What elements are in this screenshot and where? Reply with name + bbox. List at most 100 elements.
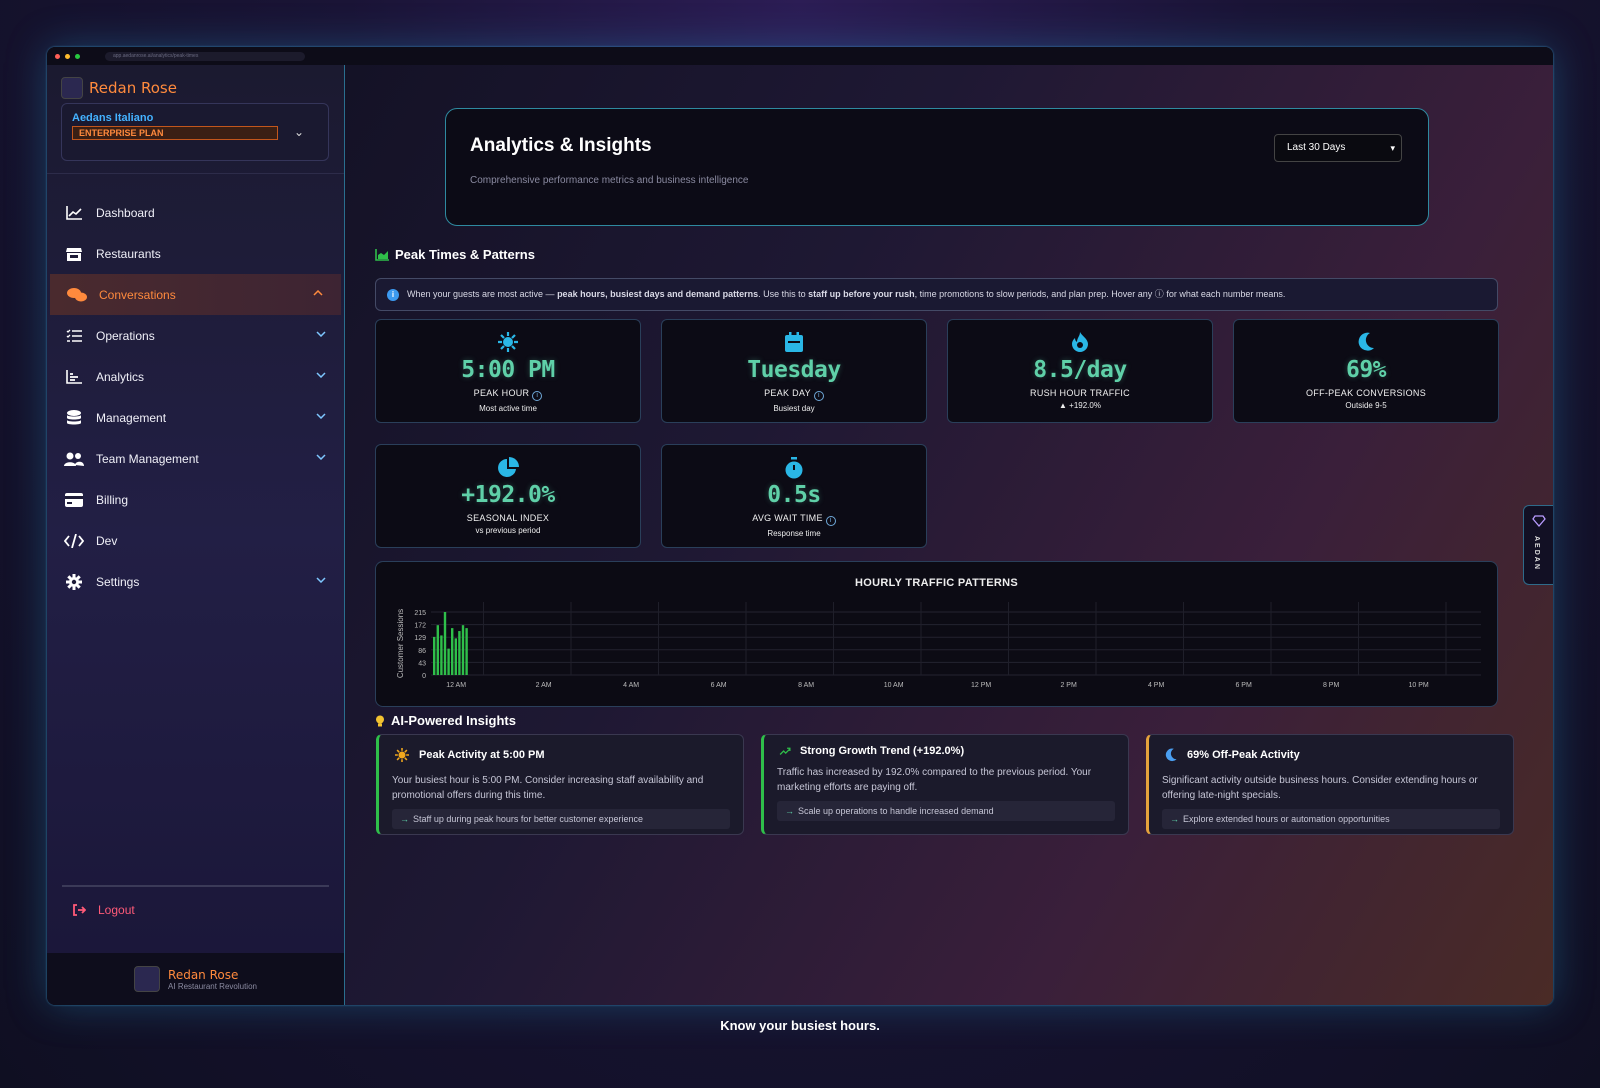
insight-title: 69% Off-Peak Activity [1187,749,1300,761]
chat-bubbles-icon [67,286,87,304]
lightbulb-icon [376,715,384,726]
app-window: app.aedanrose.ai/analytics/peak-times Re… [47,47,1553,1005]
sidebar-nav: Dashboard Restaurants Conversations Operati… [47,192,344,602]
code-icon [64,532,84,550]
y-tick-label: 43 [418,660,426,667]
stat-label: OFF-PEAK CONVERSIONS [1305,388,1427,398]
x-tick-label: 2 AM [536,682,552,689]
maximize-dot[interactable] [75,53,80,59]
peak-title-text: Peak Times & Patterns [395,247,535,262]
sidebar-item-label: Analytics [96,369,145,384]
chart-bar[interactable] [447,648,450,675]
insight-title: Strong Growth Trend (+192.0%) [800,745,965,757]
stat-subtext: ▲ +192.0% [1059,401,1101,410]
y-tick-label: 0 [422,673,426,680]
stat-subtext: Most active time [479,404,537,413]
diamond-icon [1532,515,1546,527]
insight-body: Traffic has increased by 192.0% compared… [777,767,1092,793]
stat-subtext: vs previous period [475,526,541,535]
footer-brand: Redan Rose [168,967,239,982]
sidebar-item-billing[interactable]: Billing [47,479,344,520]
calendar-icon [662,332,926,354]
stopwatch-icon [662,457,926,479]
info-icon: i [387,289,399,301]
sidebar-item-team-management[interactable]: Team Management [47,438,344,479]
pie-icon [376,457,640,479]
fire-icon [948,332,1212,354]
stat-value: 8.5/day [1033,357,1127,383]
url-bar[interactable]: app.aedanrose.ai/analytics/peak-times [105,51,305,61]
logout-button[interactable]: Logout [72,903,135,917]
side-tab-label: AEDAN [1533,536,1540,571]
arrow-right-icon: → [1170,814,1179,824]
divider [62,885,329,887]
page-subtitle: Comprehensive performance metrics and bu… [470,175,749,186]
y-tick-label: 215 [414,610,426,617]
stat-card: 0.5s AVG WAIT TIME i Response time [661,444,927,548]
credit-card-icon [64,491,84,509]
chart-bar[interactable] [443,612,447,675]
stat-subtext: Outside 9-5 [1345,401,1387,410]
chevron-down-icon[interactable] [316,574,326,586]
insight-action[interactable]: → Scale up operations to handle increased… [777,801,1115,821]
peak-section-title: Peak Times & Patterns [375,247,535,262]
sidebar-item-management[interactable]: Management [47,397,344,438]
info-icon[interactable]: i [825,516,836,526]
chart-bar[interactable] [454,638,457,675]
moon-icon [1234,332,1498,354]
brand-name: Redan Rose [89,79,177,97]
aedan-side-tab[interactable]: AEDAN [1523,505,1553,585]
chevron-down-icon[interactable] [316,369,326,381]
sidebar-item-label: Dev [96,533,118,548]
sidebar-item-dev[interactable]: Dev [47,520,344,561]
sidebar-item-operations[interactable]: Operations [47,315,344,356]
insight-card: 69% Off-Peak Activity Significant activit… [1146,734,1514,835]
insight-card: Peak Activity at 5:00 PM Your busiest hou… [376,734,744,835]
stat-label: RUSH HOUR TRAFFIC [1030,388,1130,398]
chart-bar[interactable] [436,625,439,675]
insight-action[interactable]: → Staff up during peak hours for better c… [392,809,730,829]
org-name: Aedans Italiano [72,112,154,124]
date-range-select[interactable]: Last 30 Days ▾ [1274,134,1402,162]
minimize-dot[interactable] [65,53,70,59]
sun-icon [376,332,640,354]
browser-chrome: app.aedanrose.ai/analytics/peak-times [47,47,1553,65]
chart-bar[interactable] [465,628,468,675]
x-tick-label: 8 PM [1323,682,1340,689]
info-banner: i When your guests are most active — pea… [375,278,1498,311]
stat-subtext: Busiest day [773,404,815,413]
info-icon[interactable]: i [532,391,543,401]
chevron-down-icon[interactable]: ⌄ [294,125,304,139]
x-tick-label: 4 AM [623,682,639,689]
chevron-down-icon[interactable] [316,451,326,463]
chart-bar[interactable] [433,636,436,675]
chevron-up-icon[interactable] [313,287,323,299]
close-dot[interactable] [55,53,60,59]
info-text-7: for what each number means. [1163,289,1286,299]
info-icon[interactable]: i [813,391,824,401]
info-text-3: . Use this to [758,289,809,299]
sidebar-item-conversations[interactable]: Conversations [50,274,341,315]
stat-value: Tuesday [747,357,841,383]
stat-card: Tuesday PEAK DAY i Busiest day [661,319,927,423]
insight-action[interactable]: → Explore extended hours or automation op… [1162,809,1500,829]
chart-svg: 0 43 86 129 172 215 12 AM 2 AM 4 AM 6 AM 8 AM 10 AM… [396,602,1481,689]
sidebar-item-restaurants[interactable]: Restaurants [47,233,344,274]
insight-card: Strong Growth Trend (+192.0%) Traffic has… [761,734,1129,835]
moon-icon [1165,748,1178,762]
ai-title-text: AI-Powered Insights [391,713,516,728]
arrow-right-icon: → [400,814,409,824]
page-title: Analytics & Insights [470,135,652,156]
chart-bar[interactable] [458,631,461,675]
chart-line-icon [64,204,84,222]
workspace-switcher[interactable]: Aedans Italiano ENTERPRISE PLAN ⌄ [61,103,329,161]
chart-bar[interactable] [461,625,465,675]
sidebar-item-settings[interactable]: Settings [47,561,344,602]
sidebar-item-analytics[interactable]: Analytics [47,356,344,397]
x-tick-label: 6 AM [711,682,727,689]
chevron-down-icon[interactable] [316,328,326,340]
sidebar-item-dashboard[interactable]: Dashboard [47,192,344,233]
chart-bar[interactable] [440,635,443,675]
chart-bar[interactable] [451,628,454,675]
chevron-down-icon[interactable] [316,410,326,422]
